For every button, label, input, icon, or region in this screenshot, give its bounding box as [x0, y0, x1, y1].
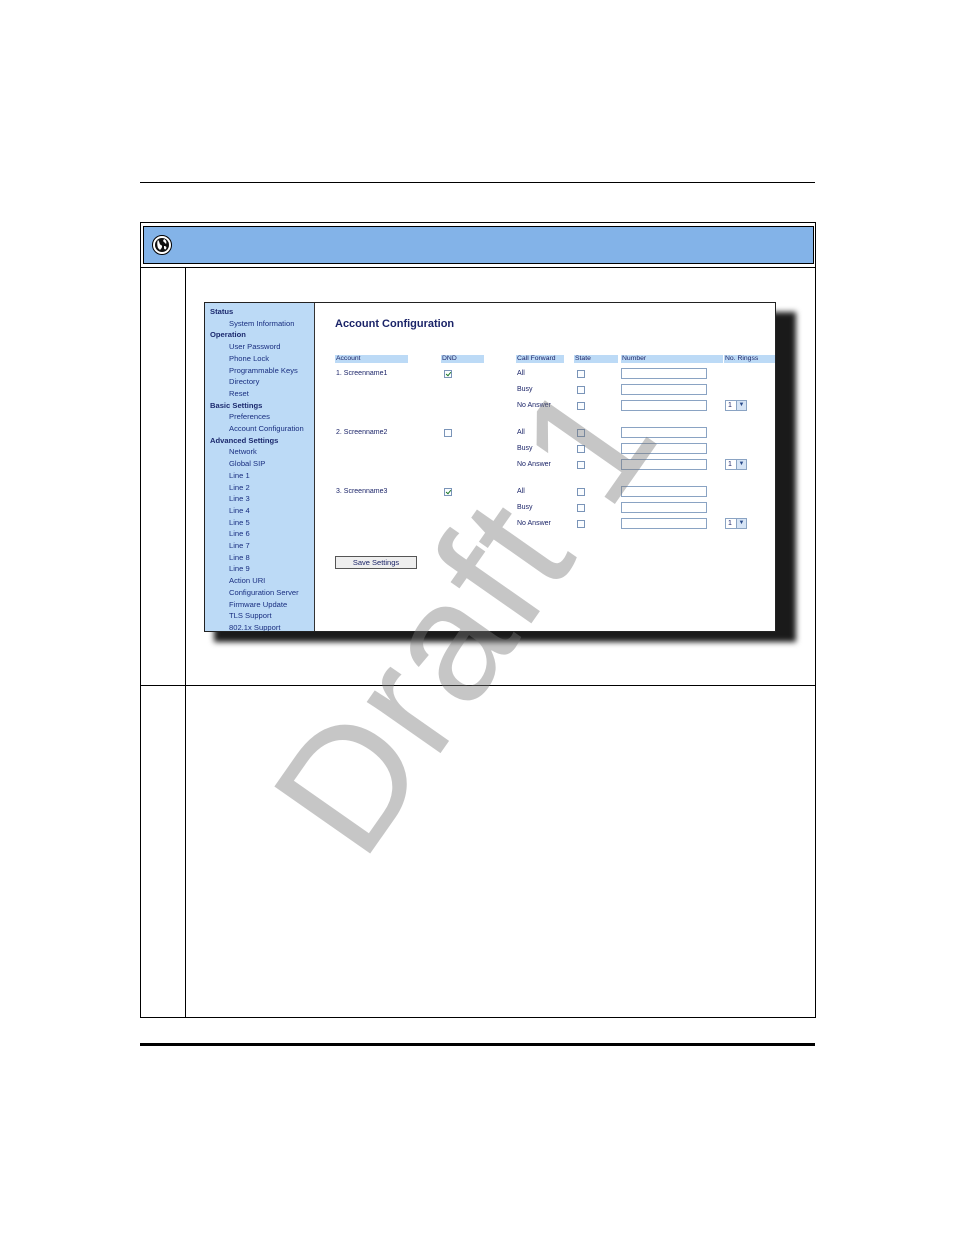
no-rings-value: 1: [728, 520, 732, 527]
embedded-web-ui-screenshot: Status System Information Operation User Pa…: [204, 302, 776, 632]
account-name: 3. Screenname3: [336, 488, 388, 495]
sidebar-item[interactable]: Line 9: [229, 564, 250, 574]
forward-state-checkbox[interactable]: [577, 461, 585, 469]
sidebar-item[interactable]: Line 2: [229, 483, 250, 493]
forward-state-checkbox[interactable]: [577, 520, 585, 528]
sidebar-item[interactable]: Line 1: [229, 471, 250, 481]
sidebar-section[interactable]: Advanced Settings: [210, 436, 278, 446]
call-forward-label: All: [517, 429, 525, 436]
account-name: 2. Screenname2: [336, 429, 388, 436]
forward-number-input[interactable]: [621, 368, 707, 379]
globe-icon: [152, 235, 172, 255]
col-header-call-forward: Call Forward: [516, 355, 564, 363]
dnd-checkbox[interactable]: [444, 429, 452, 437]
account-name: 1. Screenname1: [336, 370, 388, 377]
dnd-checkbox[interactable]: [444, 370, 452, 378]
forward-number-input[interactable]: [621, 427, 707, 438]
forward-number-input[interactable]: [621, 384, 707, 395]
sidebar-section[interactable]: Status: [210, 307, 233, 317]
forward-number-input[interactable]: [621, 443, 707, 454]
sidebar-item[interactable]: Reset: [229, 389, 249, 399]
no-rings-value: 1: [728, 461, 732, 468]
forward-state-checkbox[interactable]: [577, 504, 585, 512]
forward-state-checkbox[interactable]: [577, 488, 585, 496]
column-divider: [185, 267, 186, 1018]
forward-number-input[interactable]: [621, 486, 707, 497]
chevron-down-icon: ▼: [736, 401, 746, 410]
no-rings-select[interactable]: 1 ▼: [725, 518, 747, 529]
sidebar-item[interactable]: Configuration Server: [229, 588, 299, 598]
sidebar-item[interactable]: Line 3: [229, 494, 250, 504]
sidebar-item[interactable]: Line 6: [229, 529, 250, 539]
sidebar-item[interactable]: 802.1x Support: [229, 623, 281, 631]
col-header-state: State: [574, 355, 618, 363]
dnd-checkbox[interactable]: [444, 488, 452, 496]
sidebar-item[interactable]: Global SIP: [229, 459, 265, 469]
sidebar-item[interactable]: Line 8: [229, 553, 250, 563]
forward-state-checkbox[interactable]: [577, 402, 585, 410]
sidebar-item[interactable]: Action URI: [229, 576, 265, 586]
sidebar-item[interactable]: TLS Support: [229, 611, 272, 621]
call-forward-label: Busy: [517, 386, 533, 393]
bottom-rule: [140, 1043, 815, 1046]
page-title: Account Configuration: [335, 318, 455, 330]
sidebar-item[interactable]: Preferences: [229, 412, 270, 422]
forward-state-checkbox[interactable]: [577, 445, 585, 453]
sidebar-item[interactable]: System Information: [229, 319, 294, 329]
call-forward-label: No Answer: [517, 520, 551, 527]
top-rule: [140, 182, 815, 183]
sidebar-item[interactable]: Directory: [229, 377, 259, 387]
sidebar-item[interactable]: Line 7: [229, 541, 250, 551]
sidebar-item[interactable]: Phone Lock: [229, 354, 269, 364]
sidebar-item[interactable]: Firmware Update: [229, 600, 287, 610]
call-forward-label: All: [517, 488, 525, 495]
sidebar-item[interactable]: Line 5: [229, 518, 250, 528]
sidebar-nav: Status System Information Operation User Pa…: [205, 303, 315, 631]
forward-state-checkbox[interactable]: [577, 429, 585, 437]
no-rings-value: 1: [728, 402, 732, 409]
no-rings-select[interactable]: 1 ▼: [725, 400, 747, 411]
forward-state-checkbox[interactable]: [577, 370, 585, 378]
sidebar-section[interactable]: Operation: [210, 330, 246, 340]
forward-number-input[interactable]: [621, 400, 707, 411]
header-divider: [140, 267, 816, 268]
call-forward-label: Busy: [517, 504, 533, 511]
call-forward-label: Busy: [517, 445, 533, 452]
call-forward-label: No Answer: [517, 402, 551, 409]
sidebar-item[interactable]: Programmable Keys: [229, 366, 298, 376]
sidebar-item[interactable]: Account Configuration: [229, 424, 304, 434]
forward-state-checkbox[interactable]: [577, 386, 585, 394]
chevron-down-icon: ▼: [736, 519, 746, 528]
sidebar-item[interactable]: Network: [229, 447, 257, 457]
no-rings-select[interactable]: 1 ▼: [725, 459, 747, 470]
col-header-account: Account: [335, 355, 408, 363]
row-divider: [140, 685, 816, 686]
forward-number-input[interactable]: [621, 459, 707, 470]
sidebar-section[interactable]: Basic Settings: [210, 401, 262, 411]
save-settings-button[interactable]: Save Settings: [335, 556, 417, 569]
sidebar-item[interactable]: Line 4: [229, 506, 250, 516]
account-config-panel: Account Configuration Account DND Call F…: [315, 303, 775, 631]
col-header-no-rings: No. Ringss: [724, 355, 775, 363]
col-header-number: Number: [621, 355, 723, 363]
forward-number-input[interactable]: [621, 502, 707, 513]
sidebar-item[interactable]: User Password: [229, 342, 280, 352]
col-header-dnd: DND: [441, 355, 484, 363]
call-forward-label: All: [517, 370, 525, 377]
forward-number-input[interactable]: [621, 518, 707, 529]
chevron-down-icon: ▼: [736, 460, 746, 469]
table-header-bar: [143, 226, 814, 264]
call-forward-label: No Answer: [517, 461, 551, 468]
